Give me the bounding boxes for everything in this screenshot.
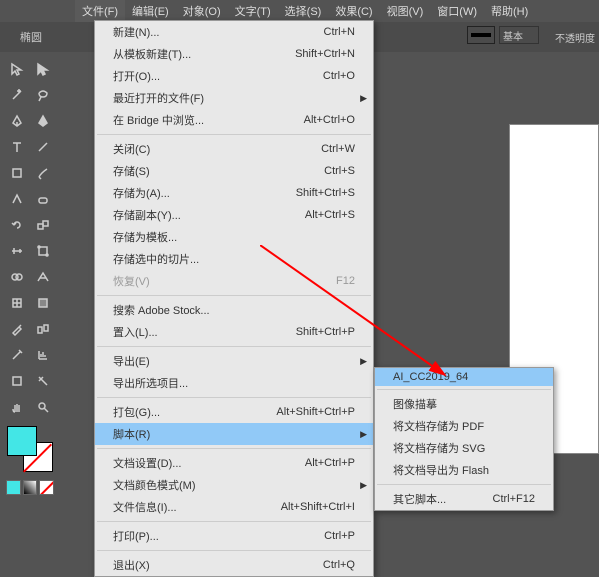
menu-item[interactable]: 搜索 Adobe Stock... <box>95 299 373 321</box>
stroke-controls: 基本 <box>467 26 539 44</box>
shape-label: 椭圆 <box>20 29 42 45</box>
hand-tool[interactable] <box>4 394 30 420</box>
zoom-tool[interactable] <box>30 394 56 420</box>
menu-item[interactable]: 打开(O)...Ctrl+O <box>95 65 373 87</box>
opacity-label: 不透明度 <box>555 30 595 45</box>
eyedropper-tool[interactable] <box>4 316 30 342</box>
menu-item[interactable]: 打印(P)...Ctrl+P <box>95 525 373 547</box>
direct-selection-tool[interactable] <box>30 56 56 82</box>
line-tool[interactable] <box>30 134 56 160</box>
menu-item[interactable]: 存储为模板... <box>95 226 373 248</box>
menu-item[interactable]: 退出(X)Ctrl+Q <box>95 554 373 576</box>
symbol-sprayer-tool[interactable] <box>4 342 30 368</box>
menu-编辑(E)[interactable]: 编辑(E) <box>125 0 176 22</box>
menu-item[interactable]: 文档颜色模式(M)▶ <box>95 474 373 496</box>
menu-item[interactable]: 将文档存储为 PDF <box>375 415 553 437</box>
slice-tool[interactable] <box>30 368 56 394</box>
menu-item[interactable]: 在 Bridge 中浏览...Alt+Ctrl+O <box>95 109 373 131</box>
shaper-tool[interactable] <box>4 186 30 212</box>
stroke-style-dropdown[interactable]: 基本 <box>499 26 539 44</box>
menu-item[interactable]: 导出所选项目... <box>95 372 373 394</box>
mesh-tool[interactable] <box>4 290 30 316</box>
menu-item[interactable]: 从模板新建(T)...Shift+Ctrl+N <box>95 43 373 65</box>
menu-item[interactable]: 文档设置(D)...Alt+Ctrl+P <box>95 452 373 474</box>
menu-文字(T)[interactable]: 文字(T) <box>228 0 278 22</box>
menu-选择(S)[interactable]: 选择(S) <box>278 0 329 22</box>
free-transform-tool[interactable] <box>30 238 56 264</box>
toolbox <box>4 56 56 497</box>
menu-窗口(W)[interactable]: 窗口(W) <box>430 0 484 22</box>
menu-item[interactable]: 图像描摹 <box>375 393 553 415</box>
stroke-swatch[interactable] <box>467 26 495 44</box>
rectangle-tool[interactable] <box>4 160 30 186</box>
menu-item[interactable]: 将文档存储为 SVG <box>375 437 553 459</box>
graph-tool[interactable] <box>30 342 56 368</box>
paintbrush-tool[interactable] <box>30 160 56 186</box>
menu-item[interactable]: 其它脚本...Ctrl+F12 <box>375 488 553 510</box>
menu-帮助(H)[interactable]: 帮助(H) <box>484 0 535 22</box>
scripts-submenu: AI_CC2019_64 图像描摹将文档存储为 PDF将文档存储为 SVG将文档导… <box>374 367 554 511</box>
menu-效果(C)[interactable]: 效果(C) <box>328 0 379 22</box>
menu-item[interactable]: AI_CC2019_64 <box>375 368 553 386</box>
pen-tool[interactable] <box>4 108 30 134</box>
magic-wand-tool[interactable] <box>4 82 30 108</box>
menu-视图(V)[interactable]: 视图(V) <box>380 0 431 22</box>
shape-builder-tool[interactable] <box>4 264 30 290</box>
menu-item[interactable]: 文件信息(I)...Alt+Shift+Ctrl+I <box>95 496 373 518</box>
width-tool[interactable] <box>4 238 30 264</box>
blend-tool[interactable] <box>30 316 56 342</box>
menu-item[interactable]: 将文档导出为 Flash <box>375 459 553 481</box>
scale-tool[interactable] <box>30 212 56 238</box>
menu-item: 恢复(V)F12 <box>95 270 373 292</box>
menu-item[interactable]: 关闭(C)Ctrl+W <box>95 138 373 160</box>
menu-item[interactable]: 脚本(R)▶ <box>95 423 373 445</box>
file-menu: 新建(N)...Ctrl+N从模板新建(T)...Shift+Ctrl+N打开(… <box>94 20 374 577</box>
color-swatch[interactable] <box>7 426 53 472</box>
menu-item[interactable]: 打包(G)...Alt+Shift+Ctrl+P <box>95 401 373 423</box>
eraser-tool[interactable] <box>30 186 56 212</box>
color-modes[interactable] <box>4 478 56 497</box>
gradient-tool[interactable] <box>30 290 56 316</box>
menu-item[interactable]: 置入(L)...Shift+Ctrl+P <box>95 321 373 343</box>
menu-item[interactable]: 存储副本(Y)...Alt+Ctrl+S <box>95 204 373 226</box>
menu-item[interactable]: 新建(N)...Ctrl+N <box>95 21 373 43</box>
menu-item[interactable]: 存储为(A)...Shift+Ctrl+S <box>95 182 373 204</box>
type-tool[interactable] <box>4 134 30 160</box>
menu-文件(F)[interactable]: 文件(F) <box>75 0 125 22</box>
selection-tool[interactable] <box>4 56 30 82</box>
curvature-tool[interactable] <box>30 108 56 134</box>
menubar: 文件(F)编辑(E)对象(O)文字(T)选择(S)效果(C)视图(V)窗口(W)… <box>0 0 599 22</box>
perspective-tool[interactable] <box>30 264 56 290</box>
rotate-tool[interactable] <box>4 212 30 238</box>
menu-item[interactable]: 最近打开的文件(F)▶ <box>95 87 373 109</box>
menu-item[interactable]: 存储选中的切片... <box>95 248 373 270</box>
lasso-tool[interactable] <box>30 82 56 108</box>
menu-对象(O)[interactable]: 对象(O) <box>176 0 228 22</box>
menu-item[interactable]: 导出(E)▶ <box>95 350 373 372</box>
artboard-tool[interactable] <box>4 368 30 394</box>
menu-item[interactable]: 存储(S)Ctrl+S <box>95 160 373 182</box>
